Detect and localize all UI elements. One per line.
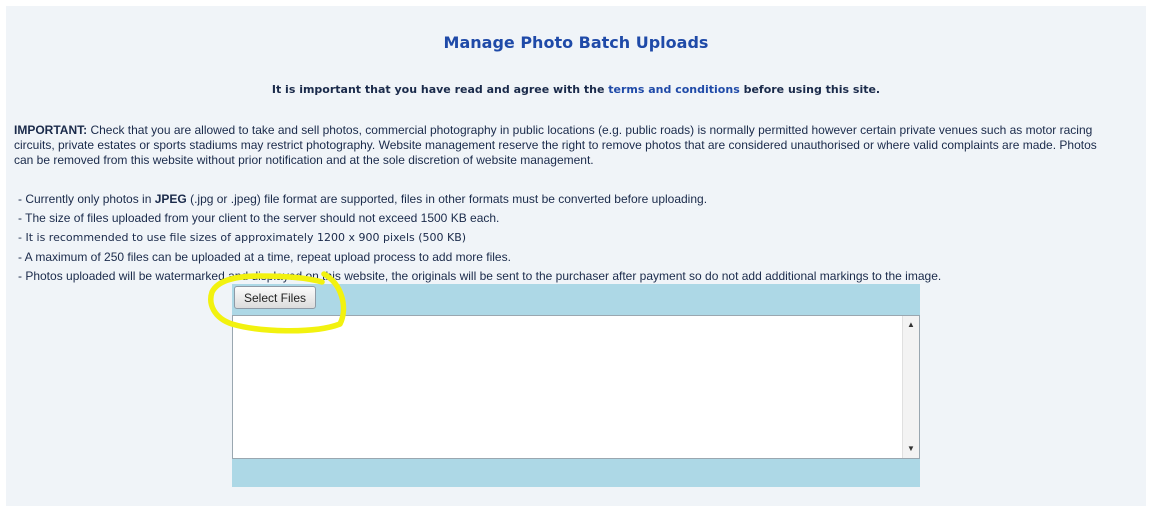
file-list-scrollbar[interactable]: ▲ ▼ [902, 316, 919, 458]
terms-text-after: before using this site. [739, 83, 881, 96]
rule-jpeg-text-after: (.jpg or .jpeg) file format are supporte… [186, 192, 708, 206]
terms-and-conditions-link[interactable]: terms and conditions [608, 83, 739, 96]
rule-file-size: - The size of files uploaded from your c… [18, 211, 500, 226]
important-text: Check that you are allowed to take and s… [14, 123, 1097, 167]
terms-text-before: It is important that you have read and a… [271, 83, 609, 96]
rule-recommended-size: - It is recommended to use file sizes of… [18, 231, 467, 245]
file-upload-widget: Select Files ▲ ▼ [232, 284, 920, 487]
scroll-down-arrow-icon[interactable]: ▼ [903, 442, 919, 456]
important-label: IMPORTANT: [14, 123, 88, 137]
select-files-button[interactable]: Select Files [234, 286, 316, 309]
rule-maximum-files: - A maximum of 250 files can be uploaded… [18, 249, 511, 264]
scroll-up-arrow-icon[interactable]: ▲ [903, 318, 919, 332]
upload-rules-list: - Currently only photos in JPEG (.jpg or… [18, 190, 941, 286]
rule-jpeg-text-before: - Currently only photos in [18, 192, 155, 206]
important-notice: IMPORTANT: Check that you are allowed to… [14, 123, 1114, 168]
rule-jpeg-format: - Currently only photos in JPEG (.jpg or… [18, 190, 941, 209]
upload-page-panel: Manage Photo Batch Uploads It is importa… [6, 6, 1146, 506]
terms-notice: It is important that you have read and a… [6, 83, 1146, 96]
selected-files-list[interactable]: ▲ ▼ [232, 315, 920, 459]
rule-jpeg-bold: JPEG [154, 192, 187, 206]
page-title: Manage Photo Batch Uploads [443, 33, 709, 52]
